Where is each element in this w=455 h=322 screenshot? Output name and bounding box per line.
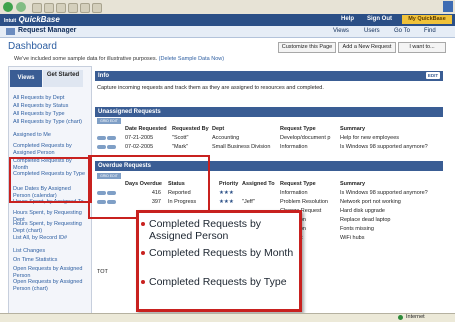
table-cell: Problem Resolution <box>280 199 328 205</box>
table-cell: ★★★ <box>219 199 234 205</box>
grid-edit-button-unassigned[interactable]: GRID EDIT <box>97 118 121 124</box>
sample-data-notice: We've included some sample data for illu… <box>14 56 225 62</box>
zoom-item: Completed Requests by Type <box>141 276 294 288</box>
report-link[interactable]: List All, by Record ID# <box>13 235 88 242</box>
menu-find[interactable]: Find <box>424 28 436 34</box>
forward-button[interactable] <box>16 2 26 12</box>
customize-page-button[interactable]: Customize this Page <box>278 42 336 53</box>
table-cell: 07-21-2005 <box>125 135 154 141</box>
table-cell: WiFi hubs <box>340 235 365 241</box>
tab-get-started[interactable]: Get Started <box>43 70 83 87</box>
menu-go-to[interactable]: Go To <box>394 28 410 34</box>
report-link[interactable]: All Requests by Dept <box>13 95 88 102</box>
column-header[interactable]: Dept <box>212 126 278 132</box>
report-link[interactable]: All Requests by Type <box>13 111 88 118</box>
report-link[interactable]: On Time Statistics <box>13 257 88 264</box>
column-header[interactable]: Summary <box>340 126 440 132</box>
report-link[interactable]: Open Requests by Assigned Person (chart) <box>13 279 88 292</box>
menu-views[interactable]: Views <box>333 28 349 34</box>
tab-views[interactable]: Views <box>10 70 42 87</box>
column-header[interactable]: Requested By <box>172 126 210 132</box>
delete-sample-data-link[interactable]: (Delete Sample Data Now) <box>159 56 224 62</box>
table-cell: "Mark" <box>172 144 189 150</box>
table-cell: Information <box>280 190 308 196</box>
table-cell: Develop/document p <box>280 135 331 141</box>
globe-icon <box>398 315 403 320</box>
info-section-header: Info EDIT <box>95 71 443 81</box>
info-edit-button[interactable]: EDIT <box>426 72 440 79</box>
unassigned-section-header: Unassigned Requests <box>95 107 443 117</box>
zoom-item: Completed Requests by Month <box>141 247 294 259</box>
search-icon[interactable] <box>68 3 78 13</box>
stop-icon[interactable] <box>32 3 42 13</box>
favorites-icon[interactable] <box>80 3 90 13</box>
column-header[interactable]: Priority <box>219 181 241 187</box>
browser-toolbar <box>0 0 455 15</box>
help-link[interactable]: Help <box>341 16 354 22</box>
table-cell: Network port not working <box>340 199 401 205</box>
overdue-total-label: TOT <box>97 269 108 275</box>
report-link[interactable]: All Requests by Status <box>13 103 88 110</box>
column-header[interactable]: Date Requested <box>125 126 170 132</box>
table-cell: Fonts missing <box>340 226 374 232</box>
table-cell: Is Windows 98 supported anymore? <box>340 144 428 150</box>
column-header[interactable]: Request Type <box>280 181 338 187</box>
column-header[interactable]: Request Type <box>280 126 338 132</box>
column-header[interactable]: Summary <box>340 181 440 187</box>
back-button[interactable] <box>3 2 13 12</box>
i-want-to-dropdown[interactable]: I want to... <box>398 42 446 53</box>
table-cell: "Scott" <box>172 135 189 141</box>
table-cell: ★★★ <box>219 190 234 196</box>
bullet-icon <box>141 251 145 255</box>
table-cell: 07-02-2005 <box>125 144 154 150</box>
table-cell: "Jeff" <box>242 199 255 205</box>
add-request-button[interactable]: Add a New Request <box>338 42 396 53</box>
table-cell: Replace dead laptop <box>340 217 391 223</box>
zoom-callout: Completed Requests by Assigned Person Co… <box>136 210 302 312</box>
sign-out-link[interactable]: Sign Out <box>367 16 392 22</box>
table-cell: Hard disk upgrade <box>340 208 385 214</box>
left-highlight-box <box>9 157 92 203</box>
zone-label: Internet <box>406 314 425 320</box>
row-action-icons[interactable] <box>97 136 118 140</box>
table-cell: Help for new employees <box>340 135 400 141</box>
bullet-icon <box>141 280 145 284</box>
report-link[interactable]: All Requests by Type (chart) <box>13 119 88 126</box>
row-action-icons[interactable] <box>97 145 118 149</box>
report-link[interactable]: Hours Spent, by Requesting Dept (chart) <box>13 221 88 234</box>
info-text: Capture incoming requests and track them… <box>97 85 324 91</box>
my-quickbase-button[interactable]: My QuickBase <box>402 15 452 24</box>
bullet-icon <box>141 222 145 226</box>
table-cell: Small Business Division <box>212 144 271 150</box>
app-icon <box>6 28 15 35</box>
report-link[interactable]: Assigned to Me <box>13 132 88 139</box>
report-link[interactable]: Open Requests by Assigned Person <box>13 266 88 279</box>
column-header[interactable]: Assigned To <box>242 181 278 187</box>
home-icon[interactable] <box>56 3 66 13</box>
report-link[interactable]: List Changes <box>13 248 88 255</box>
table-cell: Is Windows 98 supported anymore? <box>340 190 428 196</box>
zoom-item: Completed Requests by Assigned Person <box>141 218 294 242</box>
table-cell: Accounting <box>212 135 240 141</box>
page-title: Dashboard <box>8 41 57 52</box>
brand-logo: Intuit QuickBase <box>4 15 60 24</box>
app-title: Request Manager <box>18 27 77 34</box>
refresh-icon[interactable] <box>44 3 54 13</box>
print-icon[interactable] <box>92 3 102 13</box>
windows-logo-icon <box>443 1 453 12</box>
report-link[interactable]: Completed Requests by Assigned Person <box>13 143 88 156</box>
menu-users[interactable]: Users <box>364 28 380 34</box>
table-cell: Information <box>280 144 308 150</box>
